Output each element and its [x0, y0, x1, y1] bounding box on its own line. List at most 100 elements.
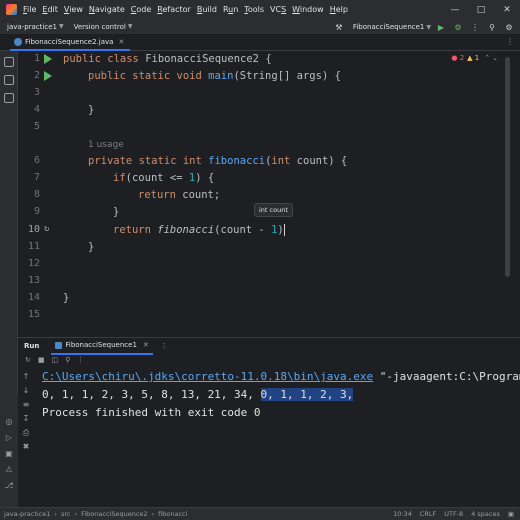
breadcrumb-class[interactable]: FibonacciSequence2: [81, 510, 147, 518]
problems-icon[interactable]: ⚠: [4, 465, 14, 474]
usage-hint[interactable]: 1 usage: [88, 140, 124, 150]
run-config-icon: [55, 341, 63, 349]
code-line-14: }: [63, 292, 70, 304]
menu-window[interactable]: Window: [292, 5, 324, 14]
java-exe-link[interactable]: C:\Users\chiru\.jdks\corretto-11.0.18\bi…: [42, 370, 373, 383]
warning-count-badge: ▲ 1: [467, 54, 480, 62]
chevron-down-icon[interactable]: ▼: [426, 24, 431, 31]
run-config-selector[interactable]: FibonacciSequence1: [353, 23, 425, 31]
maximize-icon[interactable]: □: [468, 0, 494, 19]
run-icon[interactable]: ▶: [434, 20, 448, 34]
close-tab-icon[interactable]: ✕: [118, 38, 124, 46]
line-number: 2: [33, 70, 40, 81]
menu-build[interactable]: Build: [197, 5, 217, 14]
run-main-icon[interactable]: [44, 71, 52, 81]
chevron-down-icon[interactable]: ▼: [59, 23, 64, 30]
breadcrumb-src[interactable]: src: [61, 510, 71, 518]
run-tab-fibonaccisequence1[interactable]: FibonacciSequence1 ✕: [51, 338, 153, 355]
status-bar: java-practice1 › src › FibonacciSequence…: [0, 507, 520, 520]
vcs-selector[interactable]: Version control: [74, 23, 126, 31]
run-tab-label: FibonacciSequence1: [65, 341, 137, 349]
intellij-logo-icon: [6, 4, 17, 15]
restore-layout-icon[interactable]: ◫: [52, 356, 59, 364]
chevron-up-icon[interactable]: ⌃: [484, 54, 490, 62]
debug-icon[interactable]: ⚙: [451, 20, 465, 34]
scroll-down-icon[interactable]: ↓: [21, 386, 31, 395]
close-window-icon[interactable]: ✕: [494, 0, 520, 19]
tab-label: FibonacciSequence2.java: [25, 38, 114, 46]
indent-setting[interactable]: 4 spaces: [471, 510, 500, 518]
rerun-icon[interactable]: ↻: [25, 356, 31, 364]
menu-help[interactable]: Help: [330, 5, 348, 14]
line-number: 12: [27, 258, 40, 269]
services-icon[interactable]: ◎: [4, 417, 14, 426]
more-actions-icon[interactable]: ⋮: [77, 356, 84, 364]
code-editor[interactable]: ● 2 ▲ 1 ⌃ ⌄ 1 2 3 4 5 6 7 8 9 10 11 12 1…: [18, 51, 512, 337]
settings-gear-icon[interactable]: ⚙: [502, 20, 516, 34]
run-tool-icon[interactable]: ▷: [4, 433, 14, 442]
menu-vcs[interactable]: VCS: [270, 5, 286, 14]
scroll-up-icon[interactable]: ↑: [21, 372, 31, 381]
main-toolbar: java-practice1 ▼ Version control ▼ ⚒ Fib…: [0, 19, 520, 35]
run-class-icon[interactable]: [44, 54, 52, 64]
menu-run[interactable]: Run: [223, 5, 238, 14]
console-output[interactable]: C:\Users\chiru\.jdks\corretto-11.0.18\bi…: [36, 366, 520, 507]
more-actions-icon[interactable]: ⋮: [468, 20, 482, 34]
java-class-icon: [14, 38, 22, 46]
line-number: 7: [33, 172, 40, 183]
line-number: 1: [33, 53, 40, 64]
menu-refactor[interactable]: Refactor: [157, 5, 191, 14]
structure-tool-icon[interactable]: [4, 93, 14, 103]
menu-navigate[interactable]: Navigate: [89, 5, 125, 14]
line-number: 6: [33, 155, 40, 166]
console-exit-message: Process finished with exit code 0: [42, 406, 261, 419]
pin-icon[interactable]: ⚲: [65, 356, 70, 364]
git-icon[interactable]: ⎇: [4, 481, 14, 490]
hammer-icon[interactable]: ⚒: [332, 20, 346, 34]
menu-code[interactable]: Code: [131, 5, 152, 14]
menu-bar: File Edit View Navigate Code Refactor Bu…: [0, 0, 520, 19]
delete-icon[interactable]: ✖: [21, 442, 31, 451]
terminal-icon[interactable]: ▣: [4, 449, 14, 458]
code-line-2: public static void main(String[] args) {: [88, 70, 341, 82]
stop-icon[interactable]: ■: [38, 356, 45, 364]
menu-file[interactable]: File: [23, 5, 36, 14]
menu-tools[interactable]: Tools: [244, 5, 264, 14]
line-number: 9: [33, 206, 40, 217]
error-count-badge: ● 2: [451, 54, 465, 62]
chevron-down-icon[interactable]: ⌄: [492, 54, 498, 62]
line-separator[interactable]: CRLF: [420, 510, 436, 518]
more-options-icon[interactable]: ⋮: [161, 342, 168, 350]
code-line-6: private static int fibonacci(int count) …: [88, 155, 348, 167]
more-tabs-icon[interactable]: ⋮: [506, 37, 514, 46]
lock-icon[interactable]: ▣: [508, 510, 514, 518]
line-number: 3: [33, 87, 40, 98]
line-number: 8: [33, 189, 40, 200]
soft-wrap-icon[interactable]: ≡: [21, 400, 31, 409]
editor-scrollbar[interactable]: [505, 57, 510, 277]
inspection-widget[interactable]: ● 2 ▲ 1 ⌃ ⌄: [451, 54, 498, 62]
menu-view[interactable]: View: [64, 5, 83, 14]
caret-position[interactable]: 10:34: [393, 510, 412, 518]
search-icon[interactable]: ⚲: [485, 20, 499, 34]
breadcrumb-method[interactable]: fibonacci: [158, 510, 187, 518]
print-icon[interactable]: ⎙: [21, 428, 31, 438]
minimize-icon[interactable]: —: [442, 0, 468, 19]
scroll-to-end-icon[interactable]: ↧: [21, 414, 31, 423]
chevron-right-icon: ›: [74, 510, 78, 518]
recursive-call-icon: ↻: [44, 224, 50, 234]
close-tab-icon[interactable]: ✕: [143, 341, 149, 349]
editor-tab-bar: FibonacciSequence2.java ✕ ⋮: [0, 35, 520, 51]
console-command-line: C:\Users\chiru\.jdks\corretto-11.0.18\bi…: [42, 370, 520, 383]
code-line-7: if(count <= 1) {: [113, 172, 215, 184]
breadcrumb-project[interactable]: java-practice1: [4, 510, 50, 518]
tab-fibonaccisequence2[interactable]: FibonacciSequence2.java ✕: [10, 35, 131, 51]
breadcrumb: java-practice1 › src › FibonacciSequence…: [4, 510, 187, 518]
chevron-down-icon[interactable]: ▼: [128, 23, 133, 30]
line-number: 11: [27, 241, 40, 252]
project-tool-icon[interactable]: [4, 57, 14, 67]
menu-edit[interactable]: Edit: [42, 5, 58, 14]
project-selector[interactable]: java-practice1: [7, 23, 57, 31]
file-encoding[interactable]: UTF-8: [444, 510, 463, 518]
commit-tool-icon[interactable]: [4, 75, 14, 85]
